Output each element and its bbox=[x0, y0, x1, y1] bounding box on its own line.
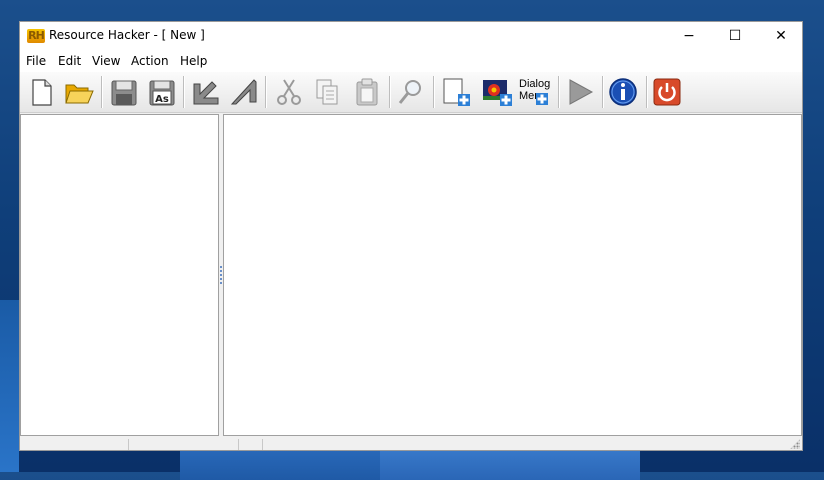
menu-bar: File Edit View Action Help bbox=[20, 50, 802, 72]
menu-action[interactable]: Action bbox=[131, 54, 169, 68]
menu-file[interactable]: File bbox=[26, 54, 46, 68]
find-button[interactable] bbox=[394, 76, 428, 108]
status-bar bbox=[20, 437, 802, 450]
add-image-icon bbox=[483, 80, 512, 106]
dialog-merger-button[interactable]: Dialog Mer bbox=[518, 76, 554, 108]
plus-icon bbox=[536, 93, 548, 105]
new-button[interactable] bbox=[24, 76, 58, 108]
back-arrow-icon bbox=[193, 81, 219, 105]
save-icon bbox=[111, 80, 137, 106]
new-file-icon bbox=[32, 79, 52, 106]
resize-grip-icon[interactable] bbox=[790, 439, 800, 449]
splitter-grip-icon[interactable] bbox=[220, 266, 222, 286]
forward-button[interactable] bbox=[226, 76, 260, 108]
open-button[interactable] bbox=[62, 76, 96, 108]
cut-button[interactable] bbox=[272, 76, 306, 108]
about-icon bbox=[609, 78, 637, 106]
paste-icon bbox=[356, 78, 378, 106]
status-segment bbox=[128, 439, 129, 450]
minimize-button[interactable]: − bbox=[666, 22, 712, 50]
copy-icon bbox=[316, 79, 338, 105]
toolbar-separator bbox=[646, 76, 647, 108]
resource-tree-pane[interactable] bbox=[20, 114, 219, 436]
open-folder-icon bbox=[65, 84, 94, 104]
toolbar-separator bbox=[558, 76, 559, 108]
save-button[interactable] bbox=[106, 76, 140, 108]
run-script-button[interactable] bbox=[562, 76, 596, 108]
add-image-button[interactable] bbox=[480, 76, 514, 108]
desktop-background bbox=[0, 300, 19, 472]
menu-view[interactable]: View bbox=[92, 54, 120, 68]
dialog-label-line1: Dialog bbox=[519, 78, 551, 90]
exit-icon bbox=[653, 78, 681, 106]
app-window: RH Resource Hacker - [ New ] − ☐ ✕ File … bbox=[19, 21, 803, 451]
add-resource-button[interactable] bbox=[438, 76, 472, 108]
add-resource-icon bbox=[443, 78, 470, 106]
run-script-icon bbox=[569, 79, 594, 105]
editor-pane[interactable] bbox=[223, 114, 802, 436]
toolbar-separator bbox=[602, 76, 603, 108]
paste-button[interactable] bbox=[350, 76, 384, 108]
maximize-icon: ☐ bbox=[728, 28, 742, 44]
app-logo-icon: RH bbox=[27, 29, 45, 43]
close-icon: ✕ bbox=[775, 28, 787, 44]
cut-icon bbox=[277, 79, 301, 105]
toolbar-separator bbox=[265, 76, 266, 108]
close-button[interactable]: ✕ bbox=[758, 22, 804, 50]
save-as-icon: As bbox=[149, 80, 175, 106]
toolbar-separator bbox=[101, 76, 102, 108]
save-as-button[interactable]: As bbox=[144, 76, 178, 108]
menu-help[interactable]: Help bbox=[180, 54, 207, 68]
window-title: Resource Hacker - [ New ] bbox=[49, 28, 205, 42]
find-icon bbox=[398, 80, 421, 104]
maximize-button[interactable]: ☐ bbox=[712, 22, 758, 50]
toolbar-separator bbox=[389, 76, 390, 108]
about-button[interactable] bbox=[606, 76, 640, 108]
forward-arrow-icon bbox=[230, 79, 257, 105]
save-as-text: As bbox=[155, 94, 169, 105]
toolbar: As Dialog Mer bbox=[20, 72, 802, 113]
title-bar[interactable]: RH Resource Hacker - [ New ] − ☐ ✕ bbox=[20, 22, 802, 50]
toolbar-separator bbox=[183, 76, 184, 108]
toolbar-separator bbox=[433, 76, 434, 108]
status-segment bbox=[238, 439, 239, 450]
menu-edit[interactable]: Edit bbox=[58, 54, 81, 68]
exit-button[interactable] bbox=[650, 76, 684, 108]
back-button[interactable] bbox=[188, 76, 222, 108]
status-segment bbox=[262, 439, 263, 450]
copy-button[interactable] bbox=[310, 76, 344, 108]
minimize-icon: − bbox=[683, 28, 695, 44]
